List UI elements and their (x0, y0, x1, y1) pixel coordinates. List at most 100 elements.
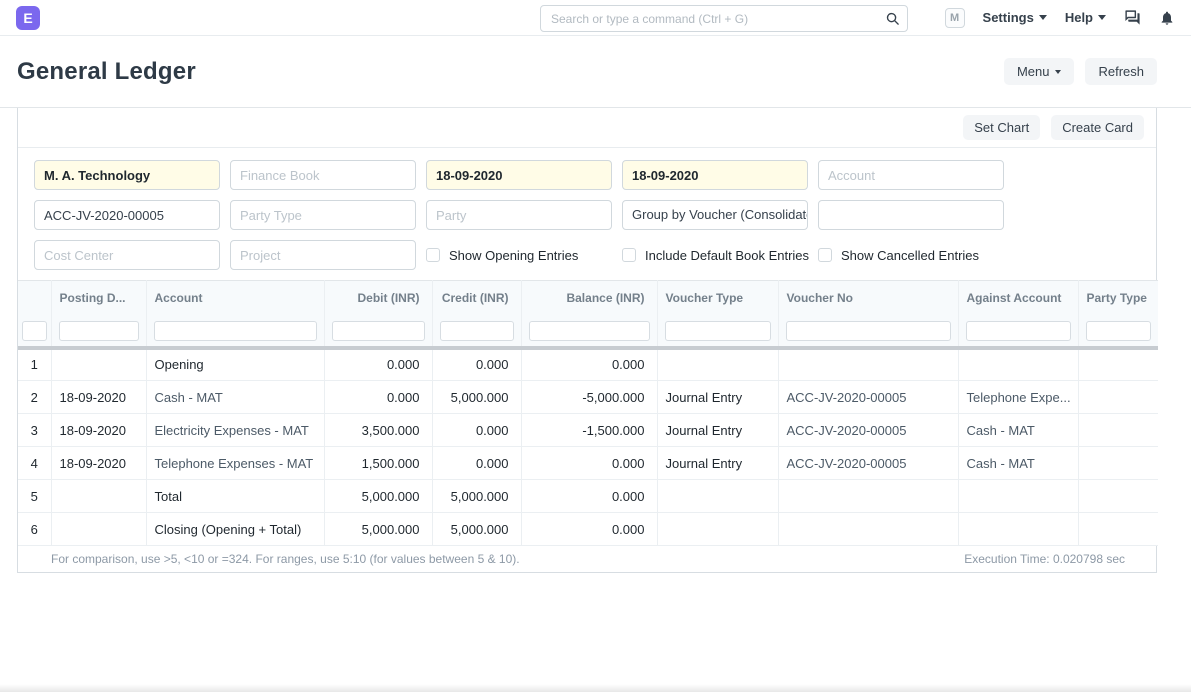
set-chart-button[interactable]: Set Chart (963, 115, 1040, 140)
cell-credit: 0.000 (432, 348, 521, 381)
report-card: Set Chart Create Card Group by Voucher (… (17, 108, 1157, 573)
settings-menu[interactable]: Settings (983, 10, 1047, 25)
column-filter-input[interactable] (22, 321, 47, 341)
menu-button[interactable]: Menu (1004, 58, 1075, 85)
cell-posting-date (51, 513, 146, 546)
cell-posting-date: 18-09-2020 (51, 414, 146, 447)
cell-idx: 4 (18, 447, 51, 480)
checkbox-include-default-book-entries[interactable]: Include Default Book Entries (622, 240, 808, 270)
column-header-credit[interactable]: Credit (INR) (432, 281, 521, 316)
cell-against-account[interactable]: Cash - MAT (958, 414, 1078, 447)
cell-account[interactable]: Electricity Expenses - MAT (146, 414, 324, 447)
column-filter-input[interactable] (786, 321, 951, 341)
account-filter[interactable] (818, 160, 1004, 190)
refresh-button[interactable]: Refresh (1085, 58, 1157, 85)
cell-voucher-no[interactable]: ACC-JV-2020-00005 (778, 447, 958, 480)
column-header-posting-date[interactable]: Posting D... (51, 281, 146, 316)
checkbox-label: Include Default Book Entries (645, 248, 809, 263)
show-opening-entries-checkbox[interactable] (426, 248, 440, 262)
cell-balance: 0.000 (521, 480, 657, 513)
chat-icon[interactable] (1124, 9, 1141, 26)
notifications-bell-icon[interactable] (1159, 10, 1175, 26)
cost-center-filter[interactable] (34, 240, 220, 270)
cell-account[interactable]: Telephone Expenses - MAT (146, 447, 324, 480)
cell-idx: 1 (18, 348, 51, 381)
party-filter[interactable] (426, 200, 612, 230)
cell-account: Opening (146, 348, 324, 381)
cell-posting-date: 18-09-2020 (51, 381, 146, 414)
column-header-voucher-type[interactable]: Voucher Type (657, 281, 778, 316)
search-input[interactable] (540, 5, 908, 32)
voucher-no-filter[interactable] (34, 200, 220, 230)
cell-voucher-no[interactable]: ACC-JV-2020-00005 (778, 381, 958, 414)
cell-voucher-type (657, 348, 778, 381)
cell-account[interactable]: Cash - MAT (146, 381, 324, 414)
table-row: 218-09-2020Cash - MAT0.0005,000.000-5,00… (18, 381, 1158, 414)
cell-account: Closing (Opening + Total) (146, 513, 324, 546)
column-filter-input[interactable] (665, 321, 771, 341)
column-header-debit[interactable]: Debit (INR) (324, 281, 432, 316)
table-row: 318-09-2020Electricity Expenses - MAT3,5… (18, 414, 1158, 447)
cell-debit: 0.000 (324, 348, 432, 381)
column-header-account[interactable]: Account (146, 281, 324, 316)
column-filter-input[interactable] (529, 321, 650, 341)
cell-against-account (958, 348, 1078, 381)
cell-posting-date (51, 480, 146, 513)
cell-voucher-no[interactable]: ACC-JV-2020-00005 (778, 414, 958, 447)
bottom-fade (0, 684, 1191, 692)
to-date-filter[interactable] (622, 160, 808, 190)
search-icon (885, 11, 900, 26)
app-logo[interactable]: E (16, 6, 40, 30)
include-default-book-entries-checkbox[interactable] (622, 248, 636, 262)
comparison-hint: For comparison, use >5, <10 or =324. For… (51, 552, 520, 566)
global-search (540, 5, 908, 32)
app-logo-letter: E (23, 10, 32, 26)
cell-voucher-type (657, 480, 778, 513)
column-filter-input[interactable] (154, 321, 317, 341)
column-filter-input[interactable] (59, 321, 139, 341)
from-date-filter[interactable] (426, 160, 612, 190)
column-header-party-type[interactable]: Party Type (1078, 281, 1158, 316)
column-header-against-account[interactable]: Against Account (958, 281, 1078, 316)
table-row: 1Opening0.0000.0000.000 (18, 348, 1158, 381)
column-filter-input[interactable] (332, 321, 425, 341)
report-toolbar: Set Chart Create Card (18, 108, 1156, 148)
page-title: General Ledger (17, 58, 196, 86)
table-filter-row (18, 316, 1158, 348)
table-row: 418-09-2020Telephone Expenses - MAT1,500… (18, 447, 1158, 480)
cell-voucher-type: Journal Entry (657, 447, 778, 480)
company-filter[interactable] (34, 160, 220, 190)
cell-against-account[interactable]: Telephone Expe... (958, 381, 1078, 414)
column-filter-input[interactable] (966, 321, 1071, 341)
project-filter[interactable] (230, 240, 416, 270)
cell-idx: 5 (18, 480, 51, 513)
column-filter-input[interactable] (440, 321, 514, 341)
create-card-button[interactable]: Create Card (1051, 115, 1144, 140)
cell-balance: 0.000 (521, 447, 657, 480)
cell-debit: 0.000 (324, 381, 432, 414)
navbar-right: M Settings Help (945, 8, 1175, 28)
report-table: Posting D... Account Debit (INR) Credit … (18, 280, 1158, 546)
column-header-balance[interactable]: Balance (INR) (521, 281, 657, 316)
user-avatar[interactable]: M (945, 8, 965, 28)
cell-against-account (958, 513, 1078, 546)
cell-credit: 0.000 (432, 447, 521, 480)
show-cancelled-entries-checkbox[interactable] (818, 248, 832, 262)
navbar: E M Settings Help (0, 0, 1191, 36)
help-menu[interactable]: Help (1065, 10, 1106, 25)
cell-debit: 5,000.000 (324, 513, 432, 546)
column-header-voucher-no[interactable]: Voucher No (778, 281, 958, 316)
cell-against-account[interactable]: Cash - MAT (958, 447, 1078, 480)
party-type-filter[interactable] (230, 200, 416, 230)
cell-voucher-no (778, 480, 958, 513)
chevron-down-icon (1039, 15, 1047, 20)
cell-party-type (1078, 480, 1158, 513)
finance-book-filter[interactable] (230, 160, 416, 190)
group-by-select[interactable]: Group by Voucher (Consolidated) (622, 200, 808, 230)
cell-idx: 2 (18, 381, 51, 414)
checkbox-show-opening-entries[interactable]: Show Opening Entries (426, 240, 612, 270)
cell-account: Total (146, 480, 324, 513)
extra-filter[interactable] (818, 200, 1004, 230)
column-filter-input[interactable] (1086, 321, 1152, 341)
checkbox-show-cancelled-entries[interactable]: Show Cancelled Entries (818, 240, 1004, 270)
